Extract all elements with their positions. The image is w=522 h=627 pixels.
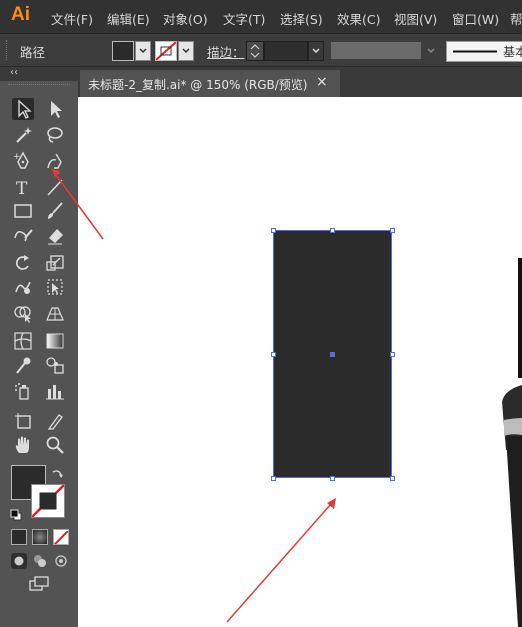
paintbrush-tool-icon[interactable] (44, 200, 66, 222)
stroke-color-swatch[interactable] (31, 484, 65, 518)
resize-handle-left[interactable] (271, 352, 276, 357)
resize-handle-top-right[interactable] (390, 228, 395, 233)
menu-view[interactable]: 视图(V) (394, 9, 437, 28)
partial-cup-object[interactable] (490, 240, 522, 627)
lasso-tool-icon[interactable] (44, 124, 66, 146)
rectangle-tool-icon[interactable] (12, 200, 34, 222)
mesh-tool-icon[interactable] (12, 330, 34, 352)
chevron-down-icon (312, 48, 320, 54)
eyedropper-tool-icon[interactable] (12, 354, 34, 376)
default-colors-icon[interactable] (10, 506, 22, 521)
resize-handle-bottom[interactable] (330, 476, 335, 481)
draw-normal-button[interactable] (11, 553, 27, 569)
free-transform-tool-icon[interactable] (44, 276, 66, 298)
selection-type-label: 路径 (20, 45, 46, 60)
no-stroke-icon (156, 42, 176, 60)
resize-handle-right[interactable] (390, 352, 395, 357)
shaper-tool-icon[interactable] (12, 224, 34, 246)
menu-object[interactable]: 对象(O) (163, 9, 208, 28)
artboard-tool-icon[interactable] (12, 410, 34, 432)
line-segment-tool-icon[interactable] (44, 176, 66, 198)
magic-wand-tool-icon[interactable] (12, 124, 34, 146)
type-tool-icon[interactable]: T (12, 176, 34, 198)
hand-tool-icon[interactable] (12, 434, 34, 456)
menu-file[interactable]: 文件(F) (51, 9, 93, 28)
stroke-label[interactable]: 描边： (207, 42, 245, 61)
spinner-arrows-icon (250, 44, 260, 58)
brush-definition[interactable]: 基本 (446, 41, 522, 62)
menu-help[interactable]: 帮 (510, 9, 522, 28)
zoom-tool-icon[interactable] (44, 434, 66, 456)
app-logo: Ai (11, 4, 30, 25)
selection-tool-icon[interactable] (12, 98, 34, 120)
eraser-tool-icon[interactable] (44, 224, 66, 246)
shape-builder-tool-icon[interactable] (12, 302, 34, 324)
draw-inside-button[interactable] (53, 553, 69, 569)
tools-grip (8, 84, 70, 87)
gradient-tool-icon[interactable] (44, 330, 66, 352)
menu-window[interactable]: 窗口(W) (452, 9, 499, 28)
column-graph-tool-icon[interactable] (44, 380, 66, 402)
close-tab-icon[interactable]: × (316, 74, 328, 90)
perspective-grid-tool-icon[interactable] (44, 302, 66, 324)
menu-effect[interactable]: 效果(C) (337, 9, 380, 28)
chevron-down-icon (427, 48, 435, 54)
stroke-dropdown-button[interactable] (178, 41, 194, 61)
document-tab[interactable]: 未标题-2_复制.ai* @ 150% (RGB/预览) × (80, 70, 340, 97)
menu-bar: Ai 文件(F) 编辑(E) 对象(O) 文字(T) 选择(S) 效果(C) 视… (0, 0, 522, 34)
symbol-sprayer-tool-icon[interactable] (12, 380, 34, 402)
control-bar-grip (6, 40, 10, 60)
curvature-tool-icon[interactable] (44, 150, 66, 172)
screen-mode-button[interactable] (28, 575, 50, 593)
document-title: 未标题-2_复制.ai* @ 150% (RGB/预览) (88, 78, 308, 92)
pen-tool-icon[interactable]: + (12, 150, 34, 172)
stroke-weight-spinner[interactable] (246, 41, 264, 61)
stroke-swatch[interactable] (155, 41, 177, 61)
stroke-weight-dropdown[interactable] (308, 41, 324, 61)
warp-tool-icon[interactable] (12, 276, 34, 298)
draw-behind-button[interactable] (32, 553, 48, 569)
gradient-mode-button[interactable] (32, 529, 48, 545)
chevron-down-icon (139, 48, 147, 54)
menu-select[interactable]: 选择(S) (280, 9, 323, 28)
fill-dropdown-button[interactable] (135, 41, 151, 61)
menu-type[interactable]: 文字(T) (223, 9, 265, 28)
stroke-weight-input[interactable] (264, 41, 308, 61)
fill-swatch[interactable] (112, 41, 134, 61)
resize-handle-top-left[interactable] (271, 228, 276, 233)
variable-width-profile[interactable] (331, 42, 421, 59)
svg-text:T: T (16, 179, 28, 198)
swap-fill-stroke-icon[interactable] (50, 466, 64, 480)
no-stroke-icon (32, 485, 64, 517)
resize-handle-top[interactable] (330, 228, 335, 233)
none-mode-button[interactable] (53, 529, 69, 545)
svg-text:+: + (13, 152, 21, 162)
blend-tool-icon[interactable] (44, 354, 66, 376)
center-point (330, 352, 335, 357)
color-mode-button[interactable] (11, 529, 27, 545)
direct-selection-tool-icon[interactable] (44, 98, 66, 120)
resize-handle-bottom-right[interactable] (390, 476, 395, 481)
profile-dropdown[interactable] (424, 42, 438, 59)
graphic-style-label: 基本 (503, 45, 522, 59)
menu-edit[interactable]: 编辑(E) (107, 9, 150, 28)
slice-tool-icon[interactable] (44, 410, 66, 432)
resize-handle-bottom-left[interactable] (271, 476, 276, 481)
rotate-tool-icon[interactable] (12, 252, 34, 274)
chevron-down-icon (182, 48, 190, 54)
tools-panel-header: ‹‹ (0, 67, 78, 81)
scale-tool-icon[interactable] (44, 252, 66, 274)
collapse-panel-icon[interactable]: ‹‹ (10, 67, 18, 78)
